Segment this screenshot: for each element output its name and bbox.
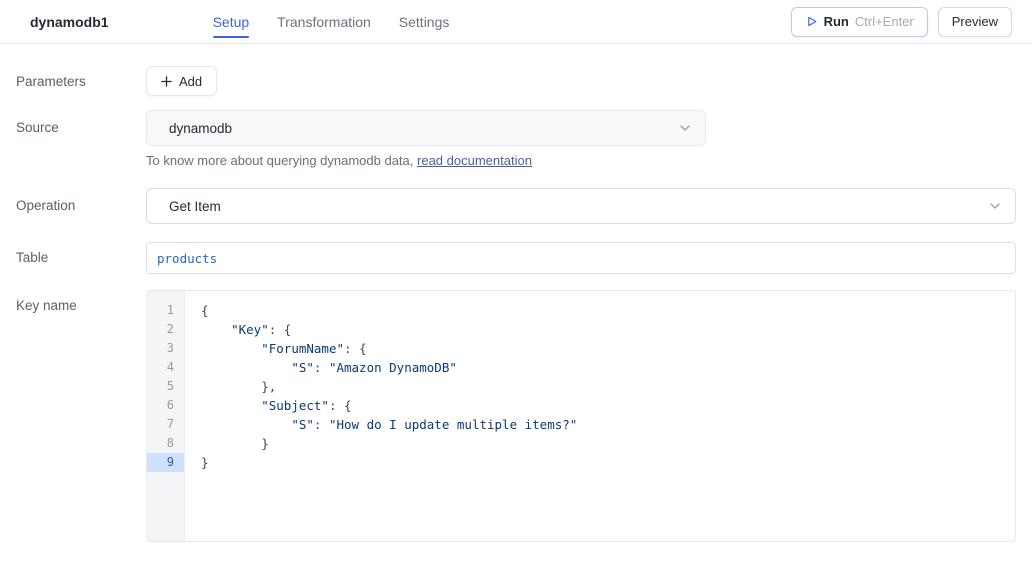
operation-row: Operation Get Item (0, 188, 1032, 224)
code-line[interactable]: "ForumName": { (201, 339, 1015, 358)
source-help-prefix: To know more about querying dynamodb dat… (146, 153, 417, 168)
add-parameter-label: Add (179, 74, 202, 89)
code-line[interactable]: { (201, 301, 1015, 320)
operation-label: Operation (16, 188, 146, 213)
code-line[interactable]: "Key": { (201, 320, 1015, 339)
source-selected-value: dynamodb (169, 121, 677, 136)
tab-setup-label: Setup (213, 14, 250, 30)
code-line[interactable]: }, (201, 377, 1015, 396)
query-editor-panel: dynamodb1 Setup Transformation Settings … (0, 0, 1032, 563)
parameters-label: Parameters (16, 66, 146, 89)
query-name: dynamodb1 (30, 14, 109, 30)
tab-settings-label: Settings (399, 14, 450, 30)
code-line[interactable]: "S": "How do I update multiple items?" (201, 415, 1015, 434)
code-line[interactable]: } (201, 434, 1015, 453)
line-number: 6 (147, 396, 184, 415)
preview-button[interactable]: Preview (938, 7, 1012, 37)
add-parameter-button[interactable]: Add (146, 66, 217, 96)
parameters-row: Parameters Add (0, 66, 1032, 96)
source-help-text: To know more about querying dynamodb dat… (146, 153, 1016, 168)
source-label: Source (16, 110, 146, 135)
table-row: Table products (0, 242, 1032, 274)
operation-selected-value: Get Item (169, 199, 987, 214)
key-name-code-editor[interactable]: 123456789 { "Key": { "ForumName": { "S":… (146, 290, 1016, 542)
source-select[interactable]: dynamodb (146, 110, 706, 146)
editor-code[interactable]: { "Key": { "ForumName": { "S": "Amazon D… (185, 291, 1015, 541)
run-button[interactable]: Run Ctrl+Enter (791, 7, 928, 37)
key-name-row: Key name 123456789 { "Key": { "ForumName… (0, 290, 1032, 542)
tab-transformation[interactable]: Transformation (277, 0, 371, 43)
line-number: 9 (147, 453, 184, 472)
plus-icon (161, 76, 172, 87)
query-header: dynamodb1 Setup Transformation Settings … (0, 0, 1032, 44)
chevron-down-icon (677, 120, 693, 136)
run-button-shortcut: Ctrl+Enter (855, 14, 914, 29)
line-number: 5 (147, 377, 184, 396)
chevron-down-icon (987, 198, 1003, 214)
code-line[interactable]: "S": "Amazon DynamoDB" (201, 358, 1015, 377)
tab-bar: Setup Transformation Settings (213, 0, 450, 43)
line-number: 7 (147, 415, 184, 434)
code-line[interactable]: } (201, 453, 1015, 472)
preview-button-label: Preview (952, 14, 998, 29)
line-number: 1 (147, 301, 184, 320)
table-name-value: products (157, 251, 217, 266)
editor-gutter: 123456789 (147, 291, 185, 541)
line-number: 8 (147, 434, 184, 453)
tab-transformation-label: Transformation (277, 14, 371, 30)
line-number: 2 (147, 320, 184, 339)
play-icon (805, 15, 818, 28)
source-row: Source dynamodb To know more about query… (0, 110, 1032, 168)
table-label: Table (16, 242, 146, 265)
run-button-label: Run (824, 14, 849, 29)
operation-select[interactable]: Get Item (146, 188, 1016, 224)
line-number: 4 (147, 358, 184, 377)
line-number: 3 (147, 339, 184, 358)
table-name-input[interactable]: products (146, 242, 1016, 274)
tab-setup[interactable]: Setup (213, 0, 250, 43)
read-documentation-link[interactable]: read documentation (417, 153, 532, 168)
key-name-label: Key name (16, 290, 146, 313)
tab-settings[interactable]: Settings (399, 0, 450, 43)
header-actions: Run Ctrl+Enter Preview (791, 7, 1012, 37)
code-line[interactable]: "Subject": { (201, 396, 1015, 415)
